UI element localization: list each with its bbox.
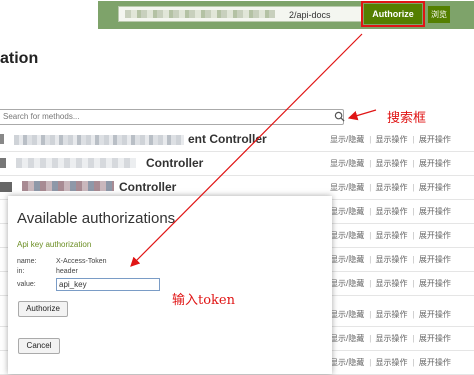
controller-ops: 显示/隐藏 | 显示操作 | 展开操作 (330, 159, 451, 168)
expand-ops-link[interactable]: 展开操作 (419, 135, 451, 144)
explore-button[interactable]: 浏览 (428, 6, 450, 23)
in-row: in: header (17, 268, 78, 275)
controller-name[interactable]: ent Controller (188, 132, 267, 146)
redacted-text (22, 181, 114, 191)
name-row: name: X-Access-Token (17, 258, 107, 265)
controller-ops: 显示/隐藏 | 显示操作 | 展开操作 (330, 135, 451, 144)
expand-ops-link[interactable]: 展开操作 (419, 159, 451, 168)
expand-ops-link[interactable]: 展开操作 (419, 334, 451, 343)
authorization-dialog: Available authorizations Api key authori… (8, 196, 332, 374)
expand-ops-link[interactable]: 展开操作 (419, 310, 451, 319)
controller-row[interactable]: ent Controller 显示/隐藏 | 显示操作 | 展开操作 (0, 128, 474, 152)
dialog-authorize-button[interactable]: Authorize (18, 301, 68, 317)
controller-name[interactable]: Controller (146, 156, 203, 170)
redacted-text (14, 135, 184, 145)
input-token-annotation: 输入token (172, 293, 235, 308)
list-ops-link[interactable]: 显示操作 (376, 279, 408, 288)
toggle-link[interactable]: 显示/隐藏 (330, 334, 364, 343)
controller-ops: 显示/隐藏 | 显示操作 | 展开操作 (330, 183, 451, 192)
method-search-input[interactable]: Search for methods... (0, 109, 344, 125)
redacted-text (0, 158, 6, 168)
redacted-url-text (125, 10, 275, 18)
name-label: name: (17, 258, 37, 265)
page-title: ation (0, 50, 39, 67)
value-label: value: (17, 281, 36, 288)
list-ops-link[interactable]: 显示操作 (376, 159, 408, 168)
toggle-link[interactable]: 显示/隐藏 (330, 231, 364, 240)
search-icon[interactable] (334, 111, 345, 122)
in-label: in: (17, 268, 25, 275)
controller-name[interactable]: Controller (119, 180, 176, 194)
api-key-input[interactable]: api_key (56, 278, 160, 291)
expand-ops-link[interactable]: 展开操作 (419, 358, 451, 367)
name-value: X-Access-Token (56, 258, 107, 265)
in-value: header (56, 268, 78, 275)
value-row: value: (17, 281, 36, 288)
search-box-annotation: 搜索框 (387, 111, 427, 126)
redacted-text (0, 182, 12, 192)
arrow-to-search-box (347, 109, 377, 121)
toggle-link[interactable]: 显示/隐藏 (330, 183, 364, 192)
list-ops-link[interactable]: 显示操作 (376, 231, 408, 240)
dialog-title: Available authorizations (17, 210, 176, 227)
redacted-text (0, 134, 4, 144)
toggle-link[interactable]: 显示/隐藏 (330, 159, 364, 168)
top-bar: 2/api-docs Authorize 浏览 (0, 0, 474, 29)
toggle-link[interactable]: 显示/隐藏 (330, 279, 364, 288)
toggle-link[interactable]: 显示/隐藏 (330, 358, 364, 367)
list-ops-link[interactable]: 显示操作 (376, 183, 408, 192)
authorize-top-button[interactable]: Authorize (361, 1, 425, 27)
controller-ops: 显示/隐藏 | 显示操作 | 展开操作 (330, 207, 451, 216)
redacted-text (16, 158, 136, 168)
toggle-link[interactable]: 显示/隐藏 (330, 135, 364, 144)
list-ops-link[interactable]: 显示操作 (376, 255, 408, 264)
controller-ops: 显示/隐藏 | 显示操作 | 展开操作 (330, 231, 451, 240)
dialog-cancel-button[interactable]: Cancel (18, 338, 60, 354)
dialog-subtitle: Api key authorization (17, 240, 92, 249)
expand-ops-link[interactable]: 展开操作 (419, 231, 451, 240)
toggle-link[interactable]: 显示/隐藏 (330, 255, 364, 264)
list-ops-link[interactable]: 显示操作 (376, 358, 408, 367)
list-ops-link[interactable]: 显示操作 (376, 334, 408, 343)
expand-ops-link[interactable]: 展开操作 (419, 207, 451, 216)
controller-ops: 显示/隐藏 | 显示操作 | 展开操作 (330, 358, 451, 367)
expand-ops-link[interactable]: 展开操作 (419, 279, 451, 288)
expand-ops-link[interactable]: 展开操作 (419, 255, 451, 264)
controller-ops: 显示/隐藏 | 显示操作 | 展开操作 (330, 255, 451, 264)
controller-row[interactable]: Controller 显示/隐藏 | 显示操作 | 展开操作 (0, 152, 474, 176)
controller-ops: 显示/隐藏 | 显示操作 | 展开操作 (330, 279, 451, 288)
controller-ops: 显示/隐藏 | 显示操作 | 展开操作 (330, 334, 451, 343)
list-ops-link[interactable]: 显示操作 (376, 135, 408, 144)
expand-ops-link[interactable]: 展开操作 (419, 183, 451, 192)
controller-ops: 显示/隐藏 | 显示操作 | 展开操作 (330, 310, 451, 319)
toggle-link[interactable]: 显示/隐藏 (330, 207, 364, 216)
toggle-link[interactable]: 显示/隐藏 (330, 310, 364, 319)
list-ops-link[interactable]: 显示操作 (376, 310, 408, 319)
list-ops-link[interactable]: 显示操作 (376, 207, 408, 216)
